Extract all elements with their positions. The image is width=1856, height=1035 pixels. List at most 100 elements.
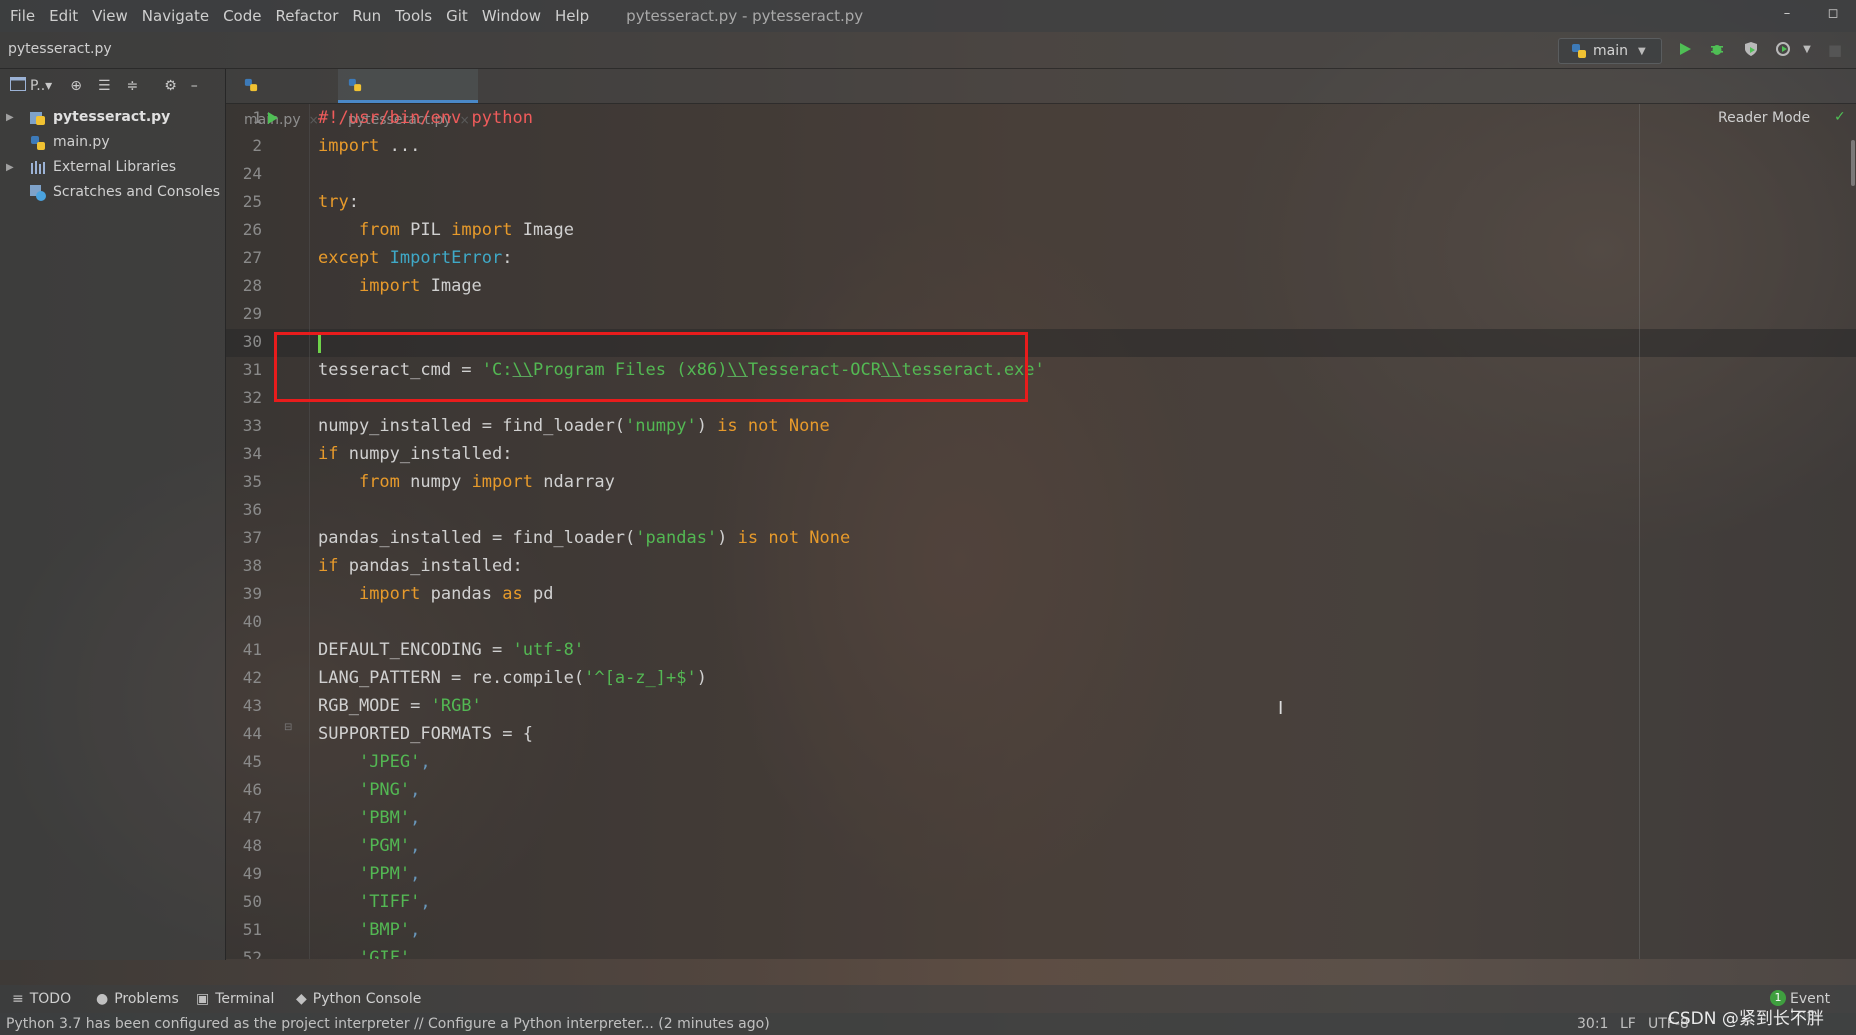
tree-item-label: External Libraries: [53, 159, 176, 175]
menu-tools[interactable]: Tools: [388, 0, 439, 32]
tool-tab-todo[interactable]: ≡ TODO: [12, 985, 71, 1013]
run-gutter-icon[interactable]: [268, 112, 278, 124]
minimize-button[interactable]: –: [1764, 0, 1810, 32]
code-editor[interactable]: 1 2 24 25 26 27 28 29 30 31 32 33 34 35 …: [226, 104, 1856, 959]
tree-item-pytesseract[interactable]: ▶ pytesseract.py: [0, 105, 225, 130]
right-margin-guide: [1639, 104, 1640, 959]
chevron-right-icon[interactable]: ▶: [6, 105, 14, 130]
line-number: 36: [242, 500, 262, 519]
code-line-26: from PIL import Image: [358, 220, 574, 240]
menu-window[interactable]: Window: [475, 0, 548, 32]
breadcrumb[interactable]: pytesseract.py: [8, 41, 112, 57]
tree-item-external-libraries[interactable]: ▶ External Libraries: [0, 155, 225, 180]
annotation-highlight-box: [274, 332, 1028, 402]
menu-edit[interactable]: Edit: [42, 0, 85, 32]
gutter[interactable]: 1 2 24 25 26 27 28 29 30 31 32 33 34 35 …: [226, 104, 310, 959]
code-line-42: LANG_PATTERN = re.compile('^[a-z_]+$'): [318, 668, 707, 688]
tool-tab-problems[interactable]: ● Problems: [96, 985, 179, 1013]
code-line-38: if pandas_installed:: [318, 556, 523, 576]
line-number: 29: [242, 304, 262, 323]
tree-item-main[interactable]: main.py: [0, 130, 225, 155]
line-number: 46: [242, 780, 262, 799]
line-number: 45: [242, 752, 262, 771]
tree-item-label: main.py: [53, 134, 110, 150]
coverage-icon[interactable]: [1742, 41, 1760, 59]
python-file-icon: [31, 136, 45, 150]
line-number: 40: [242, 612, 262, 631]
line-number: 42: [242, 668, 262, 687]
todo-icon: ≡: [12, 991, 24, 1007]
tool-window-bar: ≡ TODO ● Problems ▣ Terminal ◆ Python Consol…: [0, 985, 1856, 1013]
hide-panel-icon[interactable]: –: [191, 78, 198, 94]
line-separator[interactable]: LF: [1620, 1013, 1636, 1035]
menu-refactor[interactable]: Refactor: [268, 0, 345, 32]
chevron-right-icon[interactable]: ▶: [6, 155, 14, 180]
code-line-48: 'PGM',: [358, 836, 421, 856]
code-line-37: pandas_installed = find_loader('pandas')…: [318, 528, 851, 548]
menu-file[interactable]: File: [0, 0, 42, 32]
line-number: 37: [242, 528, 262, 547]
status-message[interactable]: Python 3.7 has been configured as the pr…: [6, 1013, 770, 1035]
code-line-33: numpy_installed = find_loader('numpy') i…: [318, 416, 830, 436]
tool-tab-python-console[interactable]: ◆ Python Console: [296, 985, 421, 1013]
project-view-icon[interactable]: [10, 77, 26, 95]
stop-icon[interactable]: ■: [1826, 41, 1844, 59]
code-line-27: except ImportError:: [318, 248, 513, 268]
terminal-icon: ▣: [196, 991, 210, 1007]
code-line-41: DEFAULT_ENCODING = 'utf-8': [318, 640, 585, 660]
menu-help[interactable]: Help: [548, 0, 596, 32]
code-line-1: #!/usr/bin/env python: [318, 108, 533, 128]
line-number: 49: [242, 864, 262, 883]
window-title: pytesseract.py - pytesseract.py: [626, 7, 864, 25]
menu-run[interactable]: Run: [345, 0, 388, 32]
vertical-scrollbar[interactable]: [1851, 140, 1855, 186]
tool-tab-terminal[interactable]: ▣ Terminal: [196, 985, 274, 1013]
run-icon[interactable]: [1676, 41, 1694, 59]
tab-main-py[interactable]: main.py ×: [234, 69, 332, 128]
code-line-50: 'TIFF',: [358, 892, 431, 912]
code-line-39: import pandas as pd: [358, 584, 554, 604]
line-number: 47: [242, 808, 262, 827]
menu-view[interactable]: View: [85, 0, 135, 32]
line-number: 44: [242, 724, 262, 743]
line-number: 27: [242, 248, 262, 267]
gear-icon[interactable]: ⚙: [164, 78, 177, 94]
project-tool-window: P..▾ ⊕ ☰ ≑ ⚙ – ▶ pytesseract.py main.py …: [0, 69, 226, 960]
gutter-divider: [309, 104, 310, 959]
python-file-icon: [30, 112, 45, 125]
project-view-selector[interactable]: P..▾: [30, 78, 52, 94]
line-number: 25: [242, 192, 262, 211]
check-icon[interactable]: ✓: [1834, 109, 1846, 125]
line-number: 50: [242, 892, 262, 911]
profile-icon[interactable]: [1774, 41, 1792, 59]
tree-item-label: pytesseract.py: [53, 109, 171, 125]
more-run-options-icon[interactable]: ▼: [1798, 41, 1816, 59]
menu-git[interactable]: Git: [439, 0, 475, 32]
python-icon: [1572, 44, 1586, 58]
locate-file-icon[interactable]: ⊕: [70, 78, 82, 94]
status-bar: Python 3.7 has been configured as the pr…: [0, 1013, 1856, 1035]
python-file-icon: [348, 78, 362, 92]
python-file-icon: [244, 78, 258, 92]
menu-navigate[interactable]: Navigate: [135, 0, 216, 32]
line-number: 48: [242, 836, 262, 855]
caret-position[interactable]: 30:1: [1577, 1013, 1608, 1035]
run-configuration-selector[interactable]: main ▼: [1558, 38, 1662, 64]
python-console-icon: ◆: [296, 991, 307, 1007]
code-line-2: import ...: [318, 136, 421, 156]
code-line-34: if numpy_installed:: [318, 444, 513, 464]
problems-icon: ●: [96, 991, 109, 1007]
line-number: 52: [242, 948, 262, 959]
fold-icon[interactable]: ⊟: [284, 722, 292, 733]
tab-pytesseract-py[interactable]: pytesseract.py ×: [338, 69, 478, 128]
expand-all-icon[interactable]: ☰: [98, 78, 111, 94]
restore-button[interactable]: ◻: [1810, 0, 1856, 32]
tree-item-scratches[interactable]: Scratches and Consoles: [0, 180, 225, 205]
collapse-all-icon[interactable]: ≑: [127, 78, 139, 94]
code-line-44: SUPPORTED_FORMATS = {: [318, 724, 533, 744]
debug-icon[interactable]: [1708, 41, 1726, 59]
mouse-ibeam-icon: I: [1278, 698, 1284, 719]
line-number: 43: [242, 696, 262, 715]
menu-code[interactable]: Code: [216, 0, 268, 32]
reader-mode-button[interactable]: Reader Mode: [1718, 110, 1810, 126]
